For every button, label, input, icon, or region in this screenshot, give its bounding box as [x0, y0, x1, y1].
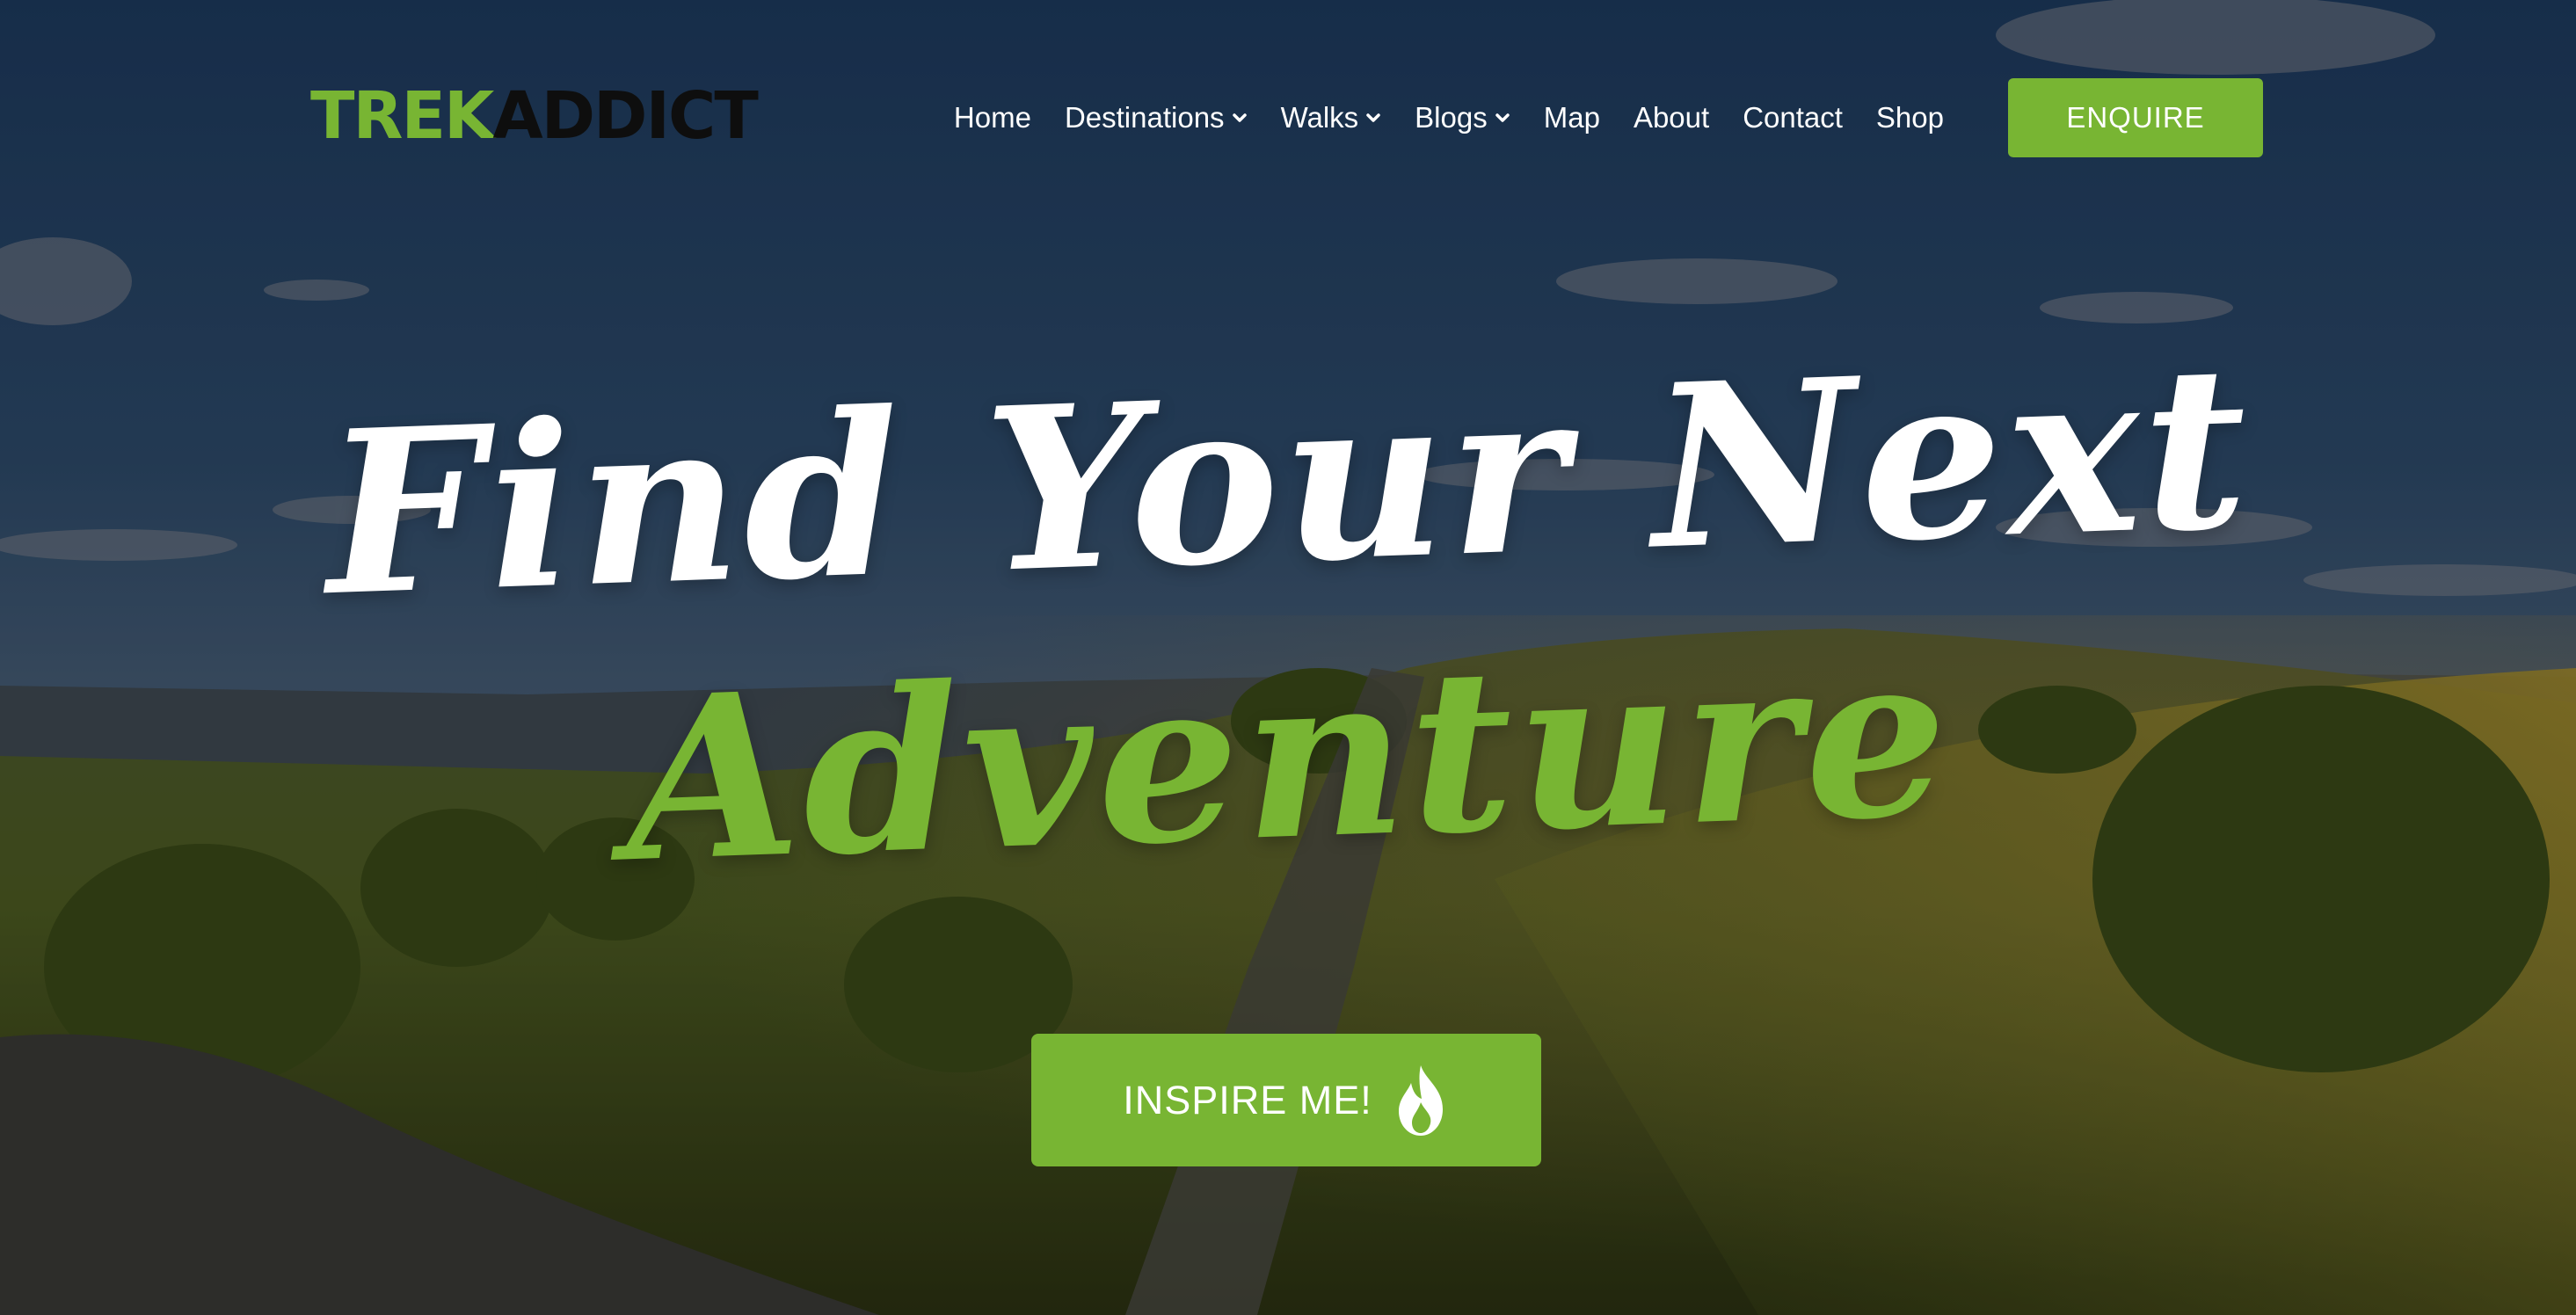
nav-label: Destinations — [1064, 101, 1225, 134]
trekaddict-logo[interactable]: TREK ADDICT — [310, 72, 759, 160]
nav-label: About — [1633, 101, 1710, 134]
nav-label: Contact — [1743, 101, 1843, 134]
logo-text-trek: TREK — [310, 78, 494, 154]
nav-item-destinations[interactable]: Destinations — [1048, 101, 1264, 134]
site-header: TREK ADDICT Home Destinations Walks Blogs… — [0, 0, 2576, 237]
nav-label: Blogs — [1415, 101, 1488, 134]
inspire-me-label: INSPIRE ME! — [1123, 1077, 1372, 1122]
nav-item-home[interactable]: Home — [937, 101, 1048, 134]
nav-item-shop[interactable]: Shop — [1859, 101, 1961, 134]
chevron-down-icon — [1232, 113, 1247, 122]
nav-item-about[interactable]: About — [1617, 101, 1726, 134]
nav-item-walks[interactable]: Walks — [1264, 101, 1399, 134]
nav-label: Home — [953, 101, 1031, 134]
enquire-button[interactable]: ENQUIRE — [2008, 78, 2263, 157]
flame-icon — [1398, 1064, 1443, 1136]
nav-label: Shop — [1875, 101, 1944, 134]
main-navigation: Home Destinations Walks Blogs Map About … — [937, 83, 1961, 153]
inspire-me-button[interactable]: INSPIRE ME! — [1031, 1034, 1541, 1166]
logo-text-addict: ADDICT — [492, 78, 758, 154]
nav-label: Walks — [1280, 101, 1359, 134]
chevron-down-icon — [1495, 113, 1510, 122]
nav-item-blogs[interactable]: Blogs — [1398, 101, 1527, 134]
nav-item-contact[interactable]: Contact — [1726, 101, 1859, 134]
nav-item-map[interactable]: Map — [1527, 101, 1617, 134]
chevron-down-icon — [1366, 113, 1380, 122]
nav-label: Map — [1543, 101, 1600, 134]
